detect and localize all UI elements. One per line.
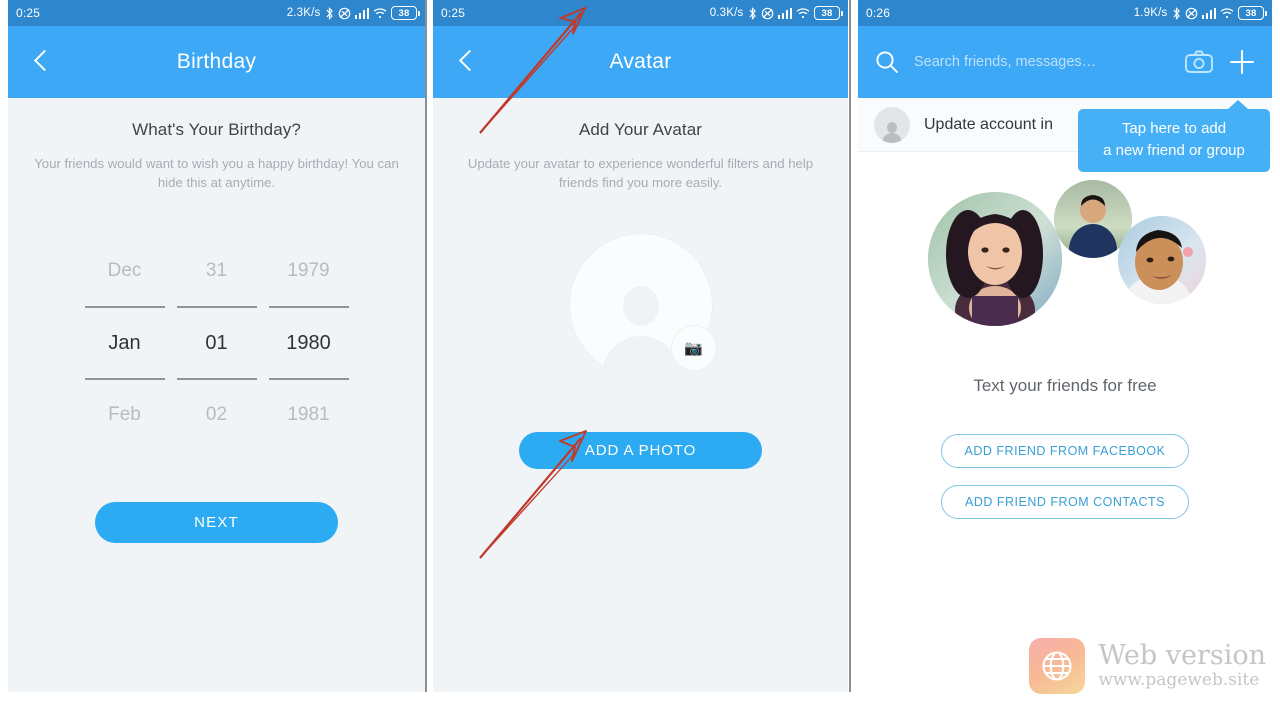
status-time: 0:26 — [866, 6, 891, 20]
page-title: Avatar — [609, 50, 672, 73]
year-selected[interactable]: 1980 — [286, 332, 331, 355]
watermark: Web version www.pageweb.site — [1029, 638, 1266, 694]
add-friend-facebook-button[interactable]: ADD FRIEND FROM FACEBOOK — [941, 434, 1189, 468]
birthday-heading: What's Your Birthday? — [132, 120, 301, 139]
day-prev[interactable]: 31 — [206, 260, 227, 282]
phone-panel-avatar: 0:25 0.3K/s 38 Avatar Add Your Avatar Up… — [433, 0, 848, 692]
month-column[interactable]: Dec Jan Feb — [79, 236, 171, 450]
avatar-subtext: Update your avatar to experience wonderf… — [467, 156, 814, 190]
nav-bar: Avatar — [433, 26, 848, 98]
battery-level: 38 — [821, 7, 833, 19]
add-friend-contacts-button[interactable]: ADD FRIEND FROM CONTACTS — [941, 485, 1189, 519]
month-selected[interactable]: Jan — [108, 332, 140, 355]
bluetooth-icon — [1172, 6, 1181, 20]
status-icons: 1.9K/s 38 — [1133, 6, 1267, 20]
birthday-subtext: Your friends would want to wish you a ha… — [34, 156, 399, 190]
month-next[interactable]: Feb — [108, 404, 141, 426]
year-next[interactable]: 1981 — [287, 404, 329, 426]
chevron-left-icon[interactable] — [455, 49, 481, 75]
friend-photo-3 — [1118, 216, 1206, 304]
vibrate-mute-icon — [338, 7, 351, 20]
status-bar: 0:26 1.9K/s 38 — [858, 0, 1272, 26]
update-account-label: Update account in — [924, 115, 1053, 133]
wifi-icon — [1220, 7, 1234, 19]
tagline: Text your friends for free — [973, 376, 1157, 395]
status-time: 0:25 — [441, 6, 466, 20]
search-bar — [858, 26, 1272, 98]
panel-body: Add Your Avatar Update your avatar to ex… — [433, 120, 848, 469]
year-column[interactable]: 1979 1980 1981 — [263, 236, 355, 450]
status-icons: 2.3K/s 38 — [286, 6, 420, 20]
status-bar: 0:25 0.3K/s 38 — [433, 0, 848, 26]
year-prev[interactable]: 1979 — [287, 260, 329, 282]
status-time: 0:25 — [16, 6, 41, 20]
month-prev[interactable]: Dec — [108, 260, 142, 282]
avatar-heading: Add Your Avatar — [578, 120, 703, 139]
battery-indicator: 38 — [391, 6, 420, 20]
bluetooth-icon — [325, 6, 334, 20]
vibrate-mute-icon — [761, 7, 774, 20]
friend-photos — [858, 180, 1272, 340]
network-speed: 2.3K/s — [286, 7, 321, 19]
tooltip-line-1: Tap here to add — [1121, 120, 1227, 137]
avatar-upload[interactable]: 📷 — [569, 234, 716, 376]
bluetooth-icon — [748, 6, 757, 20]
battery-indicator: 38 — [1238, 6, 1267, 20]
search-input[interactable] — [914, 54, 1170, 70]
signal-bars-icon — [777, 7, 792, 19]
plus-icon[interactable] — [1228, 48, 1256, 76]
camera-icon[interactable]: 📷 — [671, 326, 716, 370]
day-column[interactable]: 31 01 02 — [171, 236, 263, 450]
friend-photo-1 — [928, 192, 1062, 326]
person-placeholder-icon — [874, 106, 910, 143]
date-picker[interactable]: Dec Jan Feb 31 01 02 1979 1980 1981 — [28, 236, 405, 450]
wifi-icon — [796, 7, 810, 19]
tooltip-line-2: a new friend or group — [1103, 142, 1245, 159]
signal-bars-icon — [1201, 7, 1216, 19]
watermark-url: www.pageweb.site — [1098, 670, 1260, 691]
screenshot-stage: 0:25 2.3K/s 38 Birthday What's Your Birt… — [0, 0, 1280, 704]
day-selected[interactable]: 01 — [205, 332, 227, 355]
status-icons: 0.3K/s 38 — [709, 6, 843, 20]
tooltip-add-friend[interactable]: Tap here to add a new friend or group — [1078, 100, 1270, 172]
add-photo-button[interactable]: ADD A PHOTO — [519, 432, 762, 469]
network-speed: 1.9K/s — [1133, 7, 1168, 19]
panel-divider — [849, 0, 851, 692]
chevron-left-icon[interactable] — [30, 49, 56, 75]
vibrate-mute-icon — [1185, 7, 1198, 20]
day-next[interactable]: 02 — [206, 404, 227, 426]
signal-bars-icon — [354, 7, 369, 19]
page-title: Birthday — [176, 50, 257, 73]
status-bar: 0:25 2.3K/s 38 — [8, 0, 425, 26]
phone-panel-friends: 0:26 1.9K/s 38 Search friends, messages…… — [858, 0, 1272, 692]
battery-level: 38 — [398, 7, 410, 19]
battery-level: 38 — [1245, 7, 1257, 19]
wifi-icon — [373, 7, 387, 19]
camera-icon[interactable] — [1184, 49, 1214, 75]
panel-divider — [425, 0, 427, 692]
battery-indicator: 38 — [814, 6, 843, 20]
phone-panel-birthday: 0:25 2.3K/s 38 Birthday What's Your Birt… — [8, 0, 425, 692]
network-speed: 0.3K/s — [709, 7, 744, 19]
watermark-title: Web version — [1098, 639, 1266, 671]
nav-bar: Birthday — [8, 26, 425, 98]
panel-body: What's Your Birthday? Your friends would… — [8, 120, 425, 543]
search-icon[interactable] — [874, 49, 900, 75]
watermark-text: Web version www.pageweb.site — [1098, 639, 1266, 691]
next-button[interactable]: NEXT — [95, 502, 338, 543]
globe-icon — [1029, 638, 1086, 694]
